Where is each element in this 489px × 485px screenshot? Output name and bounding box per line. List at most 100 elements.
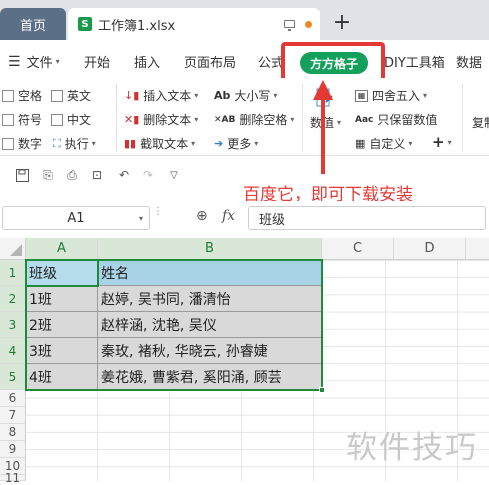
menu-insert[interactable]: 插入	[134, 52, 160, 71]
table-cell[interactable]: 班级	[26, 260, 98, 286]
row-header[interactable]: 1	[0, 260, 26, 286]
tab-home[interactable]: 首页	[0, 8, 66, 40]
delete-text-icon: ✕▮	[124, 113, 140, 126]
undo-icon[interactable]: ↶	[116, 167, 132, 183]
zoom-icon[interactable]: ⊕	[196, 208, 208, 224]
arrow-right-icon: ➔	[214, 137, 224, 150]
column-header-b[interactable]: B	[98, 238, 322, 260]
custom-button[interactable]: ▦ 自定义 ▾	[355, 135, 412, 152]
repeat-button[interactable]: 复制	[472, 114, 489, 131]
table-cell[interactable]: 姓名	[98, 260, 322, 286]
chevron-down-icon: ▾	[55, 57, 60, 66]
extract-text-button[interactable]: ▮▮ 截取文本 ▾	[124, 135, 195, 152]
chevron-down-icon[interactable]: ▾	[139, 214, 143, 223]
keep-values-button[interactable]: Aac 只保留数值	[355, 111, 437, 128]
checkbox-number[interactable]: 数字	[2, 135, 42, 152]
row-header[interactable]: 6	[0, 390, 26, 407]
divider	[302, 84, 303, 152]
print-icon[interactable]: ⎙	[64, 167, 80, 183]
hamburger-icon: ☰	[8, 53, 21, 70]
row-header[interactable]: 8	[0, 424, 26, 441]
row-header[interactable]: 5	[0, 364, 26, 390]
new-tab-button[interactable]: +	[330, 10, 354, 35]
remove-spaces-icon: ✕AB	[214, 114, 236, 125]
table-cell[interactable]: 赵婷, 吴书同, 潘清怡	[98, 286, 322, 312]
custom-icon: ▦	[355, 137, 366, 150]
file-menu[interactable]: ☰ 文件 ▾	[8, 52, 60, 72]
formula-input[interactable]: 班级	[248, 206, 486, 230]
add-icon[interactable]: + ▾	[432, 133, 452, 151]
chevron-down-icon: ▾	[273, 91, 278, 100]
column-header-e[interactable]	[466, 238, 489, 260]
menu-page-layout[interactable]: 页面布局	[184, 52, 236, 71]
row-header[interactable]: 2	[0, 286, 26, 312]
chevron-down-icon: ▾	[194, 91, 199, 100]
checkbox-icon[interactable]	[2, 137, 14, 150]
print-preview-icon[interactable]: ⊡	[89, 167, 105, 183]
select-all-corner[interactable]	[0, 238, 26, 260]
keep-values-icon: Aac	[355, 114, 374, 125]
chevron-down-icon: ▾	[254, 139, 259, 148]
save-icon[interactable]	[14, 167, 30, 183]
insert-text-icon: ↓▮	[124, 89, 140, 102]
customize-dropdown-icon[interactable]: ▽	[166, 167, 182, 183]
monitor-icon[interactable]	[284, 20, 295, 31]
chevron-down-icon: ▾	[191, 139, 196, 148]
checkbox-symbol[interactable]: 符号	[2, 111, 42, 128]
checkbox-space[interactable]: 空格	[2, 87, 42, 104]
column-header-a[interactable]: A	[26, 238, 98, 260]
case-icon: Ab	[214, 89, 231, 102]
row-header[interactable]: 3	[0, 312, 26, 338]
chevron-down-icon: ▾	[447, 137, 452, 147]
checkbox-icon[interactable]	[2, 89, 14, 102]
checkbox-icon[interactable]	[51, 113, 63, 126]
execute-icon: ⛶	[53, 136, 61, 150]
round-button[interactable]: ▦ 四舍五入 ▾	[355, 87, 427, 104]
divider	[462, 84, 463, 152]
divider	[116, 84, 117, 152]
execute-button[interactable]: ⛶ 执行 ▾	[53, 135, 96, 152]
menu-home[interactable]: 开始	[84, 52, 110, 71]
red-arrow-icon	[313, 80, 333, 174]
table-cell[interactable]: 姜花娥, 曹紫君, 奚阳涌, 顾芸	[98, 364, 322, 390]
redo-icon[interactable]: ↷	[140, 167, 156, 183]
more-button[interactable]: ➔ 更多 ▾	[214, 135, 258, 152]
row-header[interactable]: 7	[0, 407, 26, 424]
round-icon: ▦	[355, 89, 368, 102]
chevron-down-icon: ▾	[423, 91, 428, 100]
checkbox-icon[interactable]	[2, 113, 14, 126]
table-cell[interactable]: 4班	[26, 364, 98, 390]
column-header-d[interactable]: D	[394, 238, 466, 260]
name-box[interactable]: A1 ▾	[2, 206, 150, 230]
menu-data[interactable]: 数据	[456, 52, 482, 71]
chevron-down-icon: ▾	[91, 139, 96, 148]
case-button[interactable]: Ab 大小写 ▾	[214, 87, 277, 104]
row-header[interactable]: 11	[0, 471, 26, 485]
menu-diy-toolbox[interactable]: DIY工具箱	[384, 52, 445, 71]
unsaved-dot-icon	[305, 20, 312, 28]
table-cell[interactable]: 3班	[26, 338, 98, 364]
remove-spaces-button[interactable]: ✕AB 删除空格 ▾	[214, 111, 294, 128]
table-cell[interactable]: 1班	[26, 286, 98, 312]
checkbox-english[interactable]: 英文	[51, 87, 91, 104]
function-icon[interactable]: fx	[222, 208, 235, 224]
delete-text-button[interactable]: ✕▮ 删除文本 ▾	[124, 111, 198, 128]
spreadsheet-icon: S	[78, 17, 92, 31]
splitter-handle[interactable]: ⋮	[153, 206, 163, 230]
chevron-down-icon: ▾	[194, 115, 199, 124]
fill-handle[interactable]	[319, 387, 325, 393]
table-cell[interactable]: 2班	[26, 312, 98, 338]
table-cell[interactable]: 赵梓涵, 沈艳, 吴仪	[98, 312, 322, 338]
insert-text-button[interactable]: ↓▮ 插入文本 ▾	[124, 87, 198, 104]
row-header[interactable]: 9	[0, 441, 26, 458]
table-cell[interactable]: 秦玫, 褚秋, 华晓云, 孙睿婕	[98, 338, 322, 364]
tab-document[interactable]: S 工作簿1.xlsx	[68, 8, 320, 40]
highlight-box	[281, 42, 385, 82]
checkbox-chinese[interactable]: 中文	[51, 111, 91, 128]
checkbox-icon[interactable]	[51, 89, 63, 102]
watermark: 软件技巧	[346, 430, 478, 466]
export-icon[interactable]: ⎘	[40, 167, 56, 183]
chevron-down-icon: ▾	[408, 139, 413, 148]
column-header-c[interactable]: C	[322, 238, 394, 260]
row-header[interactable]: 4	[0, 338, 26, 364]
